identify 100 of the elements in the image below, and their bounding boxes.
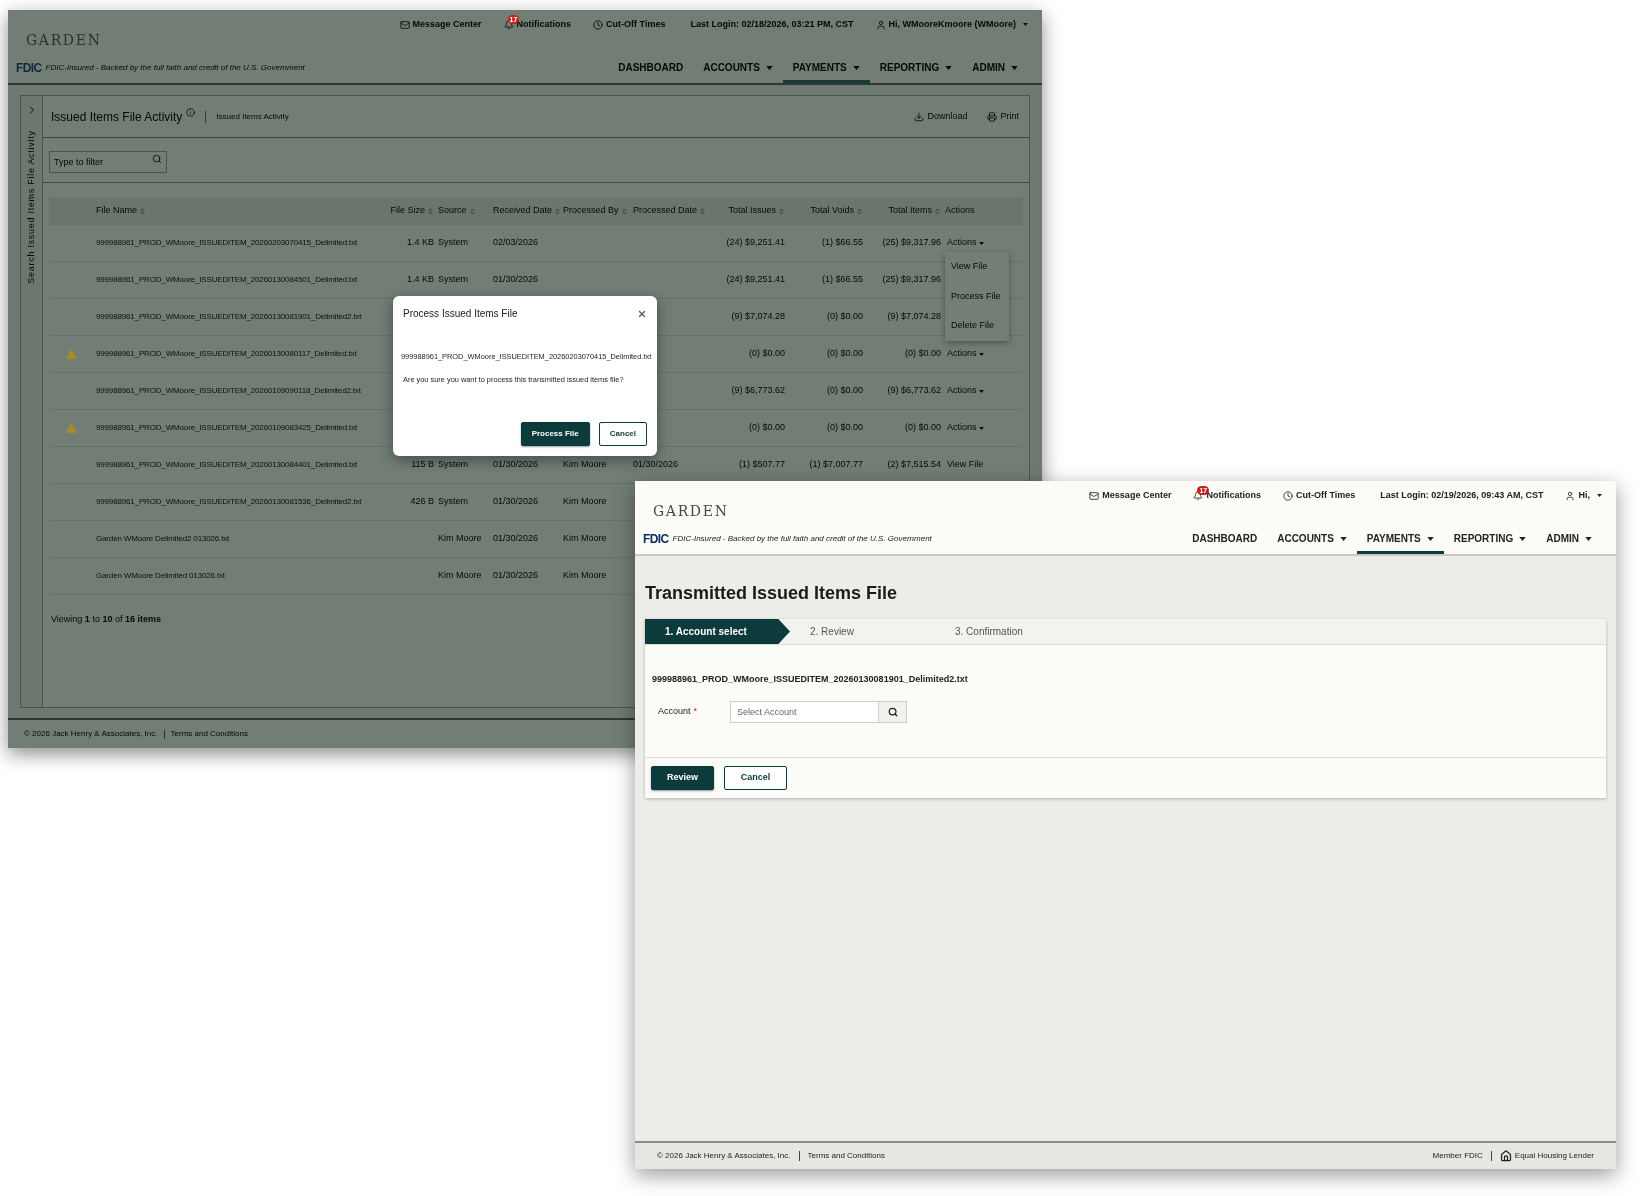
table-cell: (0) $0.00: [826, 422, 863, 433]
table-cell: 01/30/2026: [493, 274, 539, 285]
nav-tab[interactable]: ADMIN: [1536, 531, 1602, 554]
copyright-text: © 2026 Jack Henry & Associates, Inc.: [24, 728, 158, 740]
printer-icon: [987, 111, 998, 122]
table-cell: 426 B: [410, 496, 434, 507]
copyright-text: © 2026 Jack Henry & Associates, Inc.: [657, 1150, 791, 1162]
actions-dropdown[interactable]: Actions: [947, 384, 984, 398]
cancel-button[interactable]: Cancel: [724, 766, 787, 790]
column-header[interactable]: Processed Date: [631, 204, 709, 218]
column-header[interactable]: File Name: [94, 204, 374, 218]
nav-tab[interactable]: REPORTING: [869, 60, 963, 83]
wizard-step[interactable]: 1. Account select: [645, 619, 790, 644]
header-link-label[interactable]: Message Center: [412, 18, 482, 32]
caret-icon: [1339, 536, 1347, 541]
header-link-label[interactable]: Cut-Off Times: [606, 18, 666, 32]
table-cell: 01/30/2026: [493, 570, 539, 581]
page-title: Transmitted Issued Items File: [645, 582, 899, 605]
actions-dropdown[interactable]: Actions: [947, 236, 984, 250]
field-label: Account: [658, 706, 691, 717]
table-cell: System: [438, 459, 468, 470]
column-header[interactable]: Source: [436, 204, 491, 218]
nav-tab[interactable]: ACCOUNTS: [1267, 531, 1357, 554]
print-button[interactable]: Print: [987, 109, 1019, 124]
header-link-label[interactable]: Hi, WMooreKmoore (WMoore): [888, 18, 1016, 32]
info-icon[interactable]: [186, 108, 196, 117]
table-cell: (1) $66.55: [821, 274, 863, 285]
nav-tab[interactable]: ACCOUNTS: [693, 60, 783, 83]
nav-tab[interactable]: REPORTING: [1443, 531, 1537, 554]
header-link-label: Last Login: 02/18/2026, 03:21 PM, CST: [690, 18, 854, 31]
header-link-label[interactable]: Cut-Off Times: [1295, 489, 1356, 503]
garden-logo: GARDEN: [26, 31, 102, 50]
actions-dropdown[interactable]: Actions: [947, 421, 984, 435]
sort-icon: [468, 207, 476, 215]
nav-tab[interactable]: ADMIN: [962, 60, 1028, 83]
fdic-logo: FDIC: [643, 531, 669, 548]
primary-button[interactable]: Process File: [520, 422, 590, 446]
actions-dropdown[interactable]: Actions: [947, 347, 984, 361]
nav-tab[interactable]: DASHBOARD: [608, 60, 694, 83]
nav-tab[interactable]: DASHBOARD: [1182, 531, 1268, 554]
nav-tab[interactable]: PAYMENTS: [782, 60, 870, 83]
terms-link[interactable]: Terms and Conditions: [170, 728, 248, 740]
table-cell: (2) $7,515.54: [887, 459, 941, 470]
menu-item[interactable]: Process File: [951, 289, 1003, 304]
terms-link[interactable]: Terms and Conditions: [807, 1150, 885, 1162]
header-link-label[interactable]: Message Center: [1102, 489, 1172, 503]
clock-icon: [1282, 490, 1293, 501]
file-name-link[interactable]: Garden WMoore Delimited2 013026.txt: [96, 534, 230, 544]
table-cell: (0) $0.00: [904, 422, 941, 433]
column-header[interactable]: Processed By: [561, 204, 631, 218]
close-icon[interactable]: [637, 308, 647, 319]
envelope-icon: [1089, 490, 1100, 501]
column-header[interactable]: Total Voids: [787, 204, 865, 218]
view-file-link[interactable]: View File: [947, 459, 984, 470]
garden-logo: GARDEN: [653, 502, 729, 521]
breadcrumb-link[interactable]: Issued Items Activity: [216, 110, 289, 123]
table-cell: (25) $9,317.96: [882, 274, 941, 285]
column-header[interactable]: Total Issues: [709, 204, 787, 218]
table-cell: 01/30/2026: [493, 533, 539, 544]
file-name-link[interactable]: 999988961_PROD_WMoore_ISSUEDITEM_20260130081901_Delimited2.txt: [96, 312, 362, 322]
file-name-text: 999988961_PROD_WMoore_ISSUEDITEM_20260130081901_Delimited2.txt: [652, 674, 968, 684]
filter-field[interactable]: Type to filter: [49, 151, 167, 173]
column-header[interactable]: Total Items: [865, 204, 943, 218]
file-name-link[interactable]: 999988961_PROD_WMoore_ISSUEDITEM_20260130084501_Delimited.txt: [96, 275, 358, 285]
table-cell: Kim Moore: [438, 533, 482, 544]
file-name-link[interactable]: 999988961_PROD_WMoore_ISSUEDITEM_20260130084401_Delimited.txt: [96, 460, 358, 470]
table-cell: 1.4 KB: [406, 274, 434, 285]
envelope-icon: [399, 19, 410, 30]
caret-icon: [978, 241, 984, 245]
menu-item[interactable]: Delete File: [951, 319, 1003, 333]
file-name-link[interactable]: 999988961_PROD_WMoore_ISSUEDITEM_20260130081536_Delimited2.txt: [96, 497, 362, 507]
table-cell: Kim Moore: [438, 570, 482, 581]
search-button[interactable]: [879, 701, 907, 723]
table-cell: (1) $7,007.77: [809, 459, 863, 470]
menu-item[interactable]: View File: [951, 260, 1003, 274]
file-name-link[interactable]: Garden WMoore Delimited 013026.txt: [96, 571, 225, 581]
download-button[interactable]: Download: [914, 109, 968, 124]
header-link-label: Last Login: 02/19/2026, 09:43 AM, CST: [1380, 489, 1544, 502]
sidebar-label[interactable]: Search Issued Items File Activity: [24, 130, 39, 284]
sort-icon: [554, 207, 562, 215]
nav-tab[interactable]: PAYMENTS: [1356, 531, 1444, 554]
search-icon: [152, 154, 162, 164]
sort-icon: [427, 207, 434, 215]
column-header[interactable]: Received Date: [491, 204, 561, 218]
header-link-label[interactable]: Hi,: [1578, 489, 1590, 503]
primary-button[interactable]: Review: [651, 766, 714, 790]
file-name-link[interactable]: 999988961_PROD_WMoore_ISSUEDITEM_20260109090118_Delimited2.txt: [96, 386, 361, 396]
table-cell: (0) $0.00: [826, 385, 863, 396]
column-header[interactable]: File Size: [374, 204, 436, 218]
table-cell: (1) $66.55: [821, 237, 863, 248]
table-cell: (0) $0.00: [826, 348, 863, 359]
account-select-field[interactable]: Select Account: [730, 701, 879, 723]
file-name-link[interactable]: 999988961_PROD_WMoore_ISSUEDITEM_20260109083425_Delimited.txt: [96, 423, 358, 433]
file-name-link[interactable]: 999988961_PROD_WMoore_ISSUEDITEM_20260130080117_Delimited.txt: [96, 349, 357, 359]
table-cell: (0) $0.00: [826, 311, 863, 322]
fdic-tagline: FDIC-Insured - Backed by the full faith and credit of the U.S. Government: [45, 62, 305, 74]
required-marker: *: [693, 706, 698, 717]
cancel-button[interactable]: Cancel: [598, 422, 647, 446]
warning-icon: [66, 348, 77, 360]
file-name-link[interactable]: 999988961_PROD_WMoore_ISSUEDITEM_20260203070415_Delimited.txt: [96, 238, 358, 248]
